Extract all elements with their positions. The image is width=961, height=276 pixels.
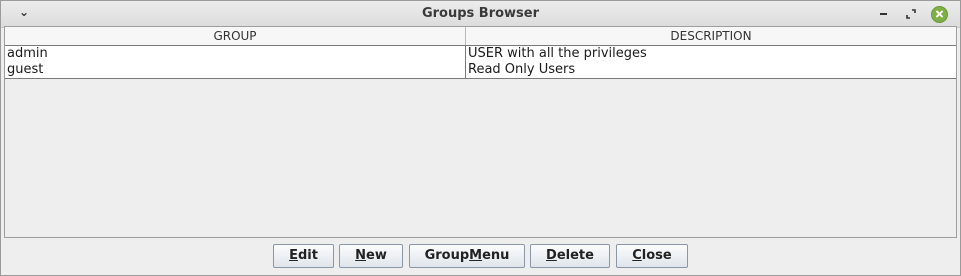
cell-group: admin — [7, 46, 48, 61]
maximize-icon[interactable] — [904, 7, 918, 21]
cell-group: guest — [7, 62, 44, 77]
group-menu-button-prefix: Group — [424, 248, 470, 263]
group-menu-button-mnemonic: M — [469, 248, 483, 263]
column-header-description[interactable]: DESCRIPTION — [466, 27, 956, 45]
column-divider — [465, 46, 466, 62]
close-button[interactable]: Close — [616, 244, 688, 268]
table-row[interactable]: guest Read Only Users — [5, 62, 956, 79]
group-menu-button-label: enu — [482, 248, 510, 263]
edit-button[interactable]: Edit — [273, 244, 334, 268]
table-header: GROUP DESCRIPTION — [5, 27, 956, 46]
delete-button[interactable]: Delete — [530, 244, 610, 268]
groups-browser-window: Groups Browser ⌄ GROUP DESCRIPTION admin… — [0, 0, 961, 276]
chevron-down-icon[interactable]: ⌄ — [17, 4, 31, 20]
close-icon[interactable] — [931, 6, 948, 23]
title-bar[interactable]: Groups Browser ⌄ — [1, 1, 960, 28]
close-button-mnemonic: C — [632, 248, 642, 263]
cell-description: Read Only Users — [468, 62, 576, 77]
edit-button-mnemonic: E — [289, 248, 298, 263]
edit-button-label: dit — [297, 248, 318, 263]
delete-button-mnemonic: D — [546, 248, 557, 263]
new-button-label: ew — [366, 248, 387, 263]
table-row[interactable]: admin USER with all the privileges — [5, 45, 956, 63]
column-divider — [465, 62, 466, 78]
cell-description: USER with all the privileges — [468, 46, 647, 61]
window-title: Groups Browser — [421, 6, 540, 21]
new-button-mnemonic: N — [355, 248, 367, 263]
minimize-icon[interactable] — [877, 7, 891, 21]
group-menu-button[interactable]: GroupMenu — [409, 244, 525, 268]
groups-table: GROUP DESCRIPTION admin USER with all th… — [4, 26, 957, 238]
column-header-group[interactable]: GROUP — [5, 27, 466, 45]
new-button[interactable]: New — [339, 244, 403, 268]
close-button-label: lose — [641, 248, 672, 263]
delete-button-label: elete — [556, 248, 594, 263]
